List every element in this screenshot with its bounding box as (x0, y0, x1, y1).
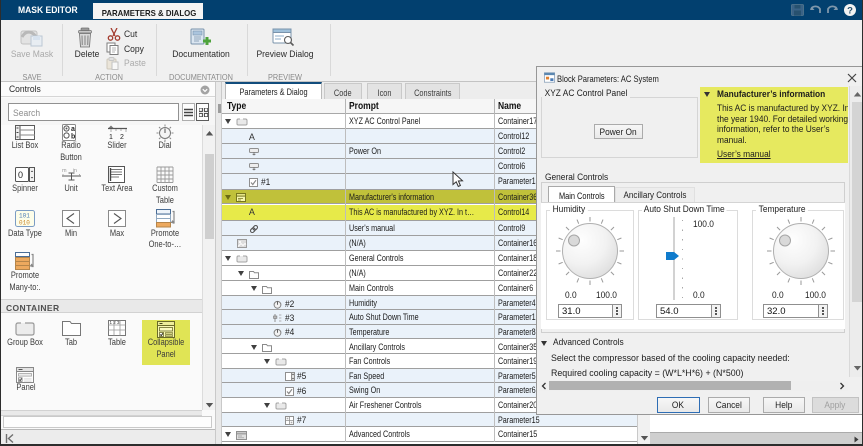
svg-text:0: 0 (18, 170, 23, 180)
svg-text:010: 010 (19, 220, 30, 227)
svg-text:?: ? (847, 5, 853, 16)
svg-text:a: a (71, 126, 75, 133)
svg-text:101: 101 (19, 213, 30, 220)
svg-text:1 2 3: 1 2 3 (110, 320, 121, 325)
